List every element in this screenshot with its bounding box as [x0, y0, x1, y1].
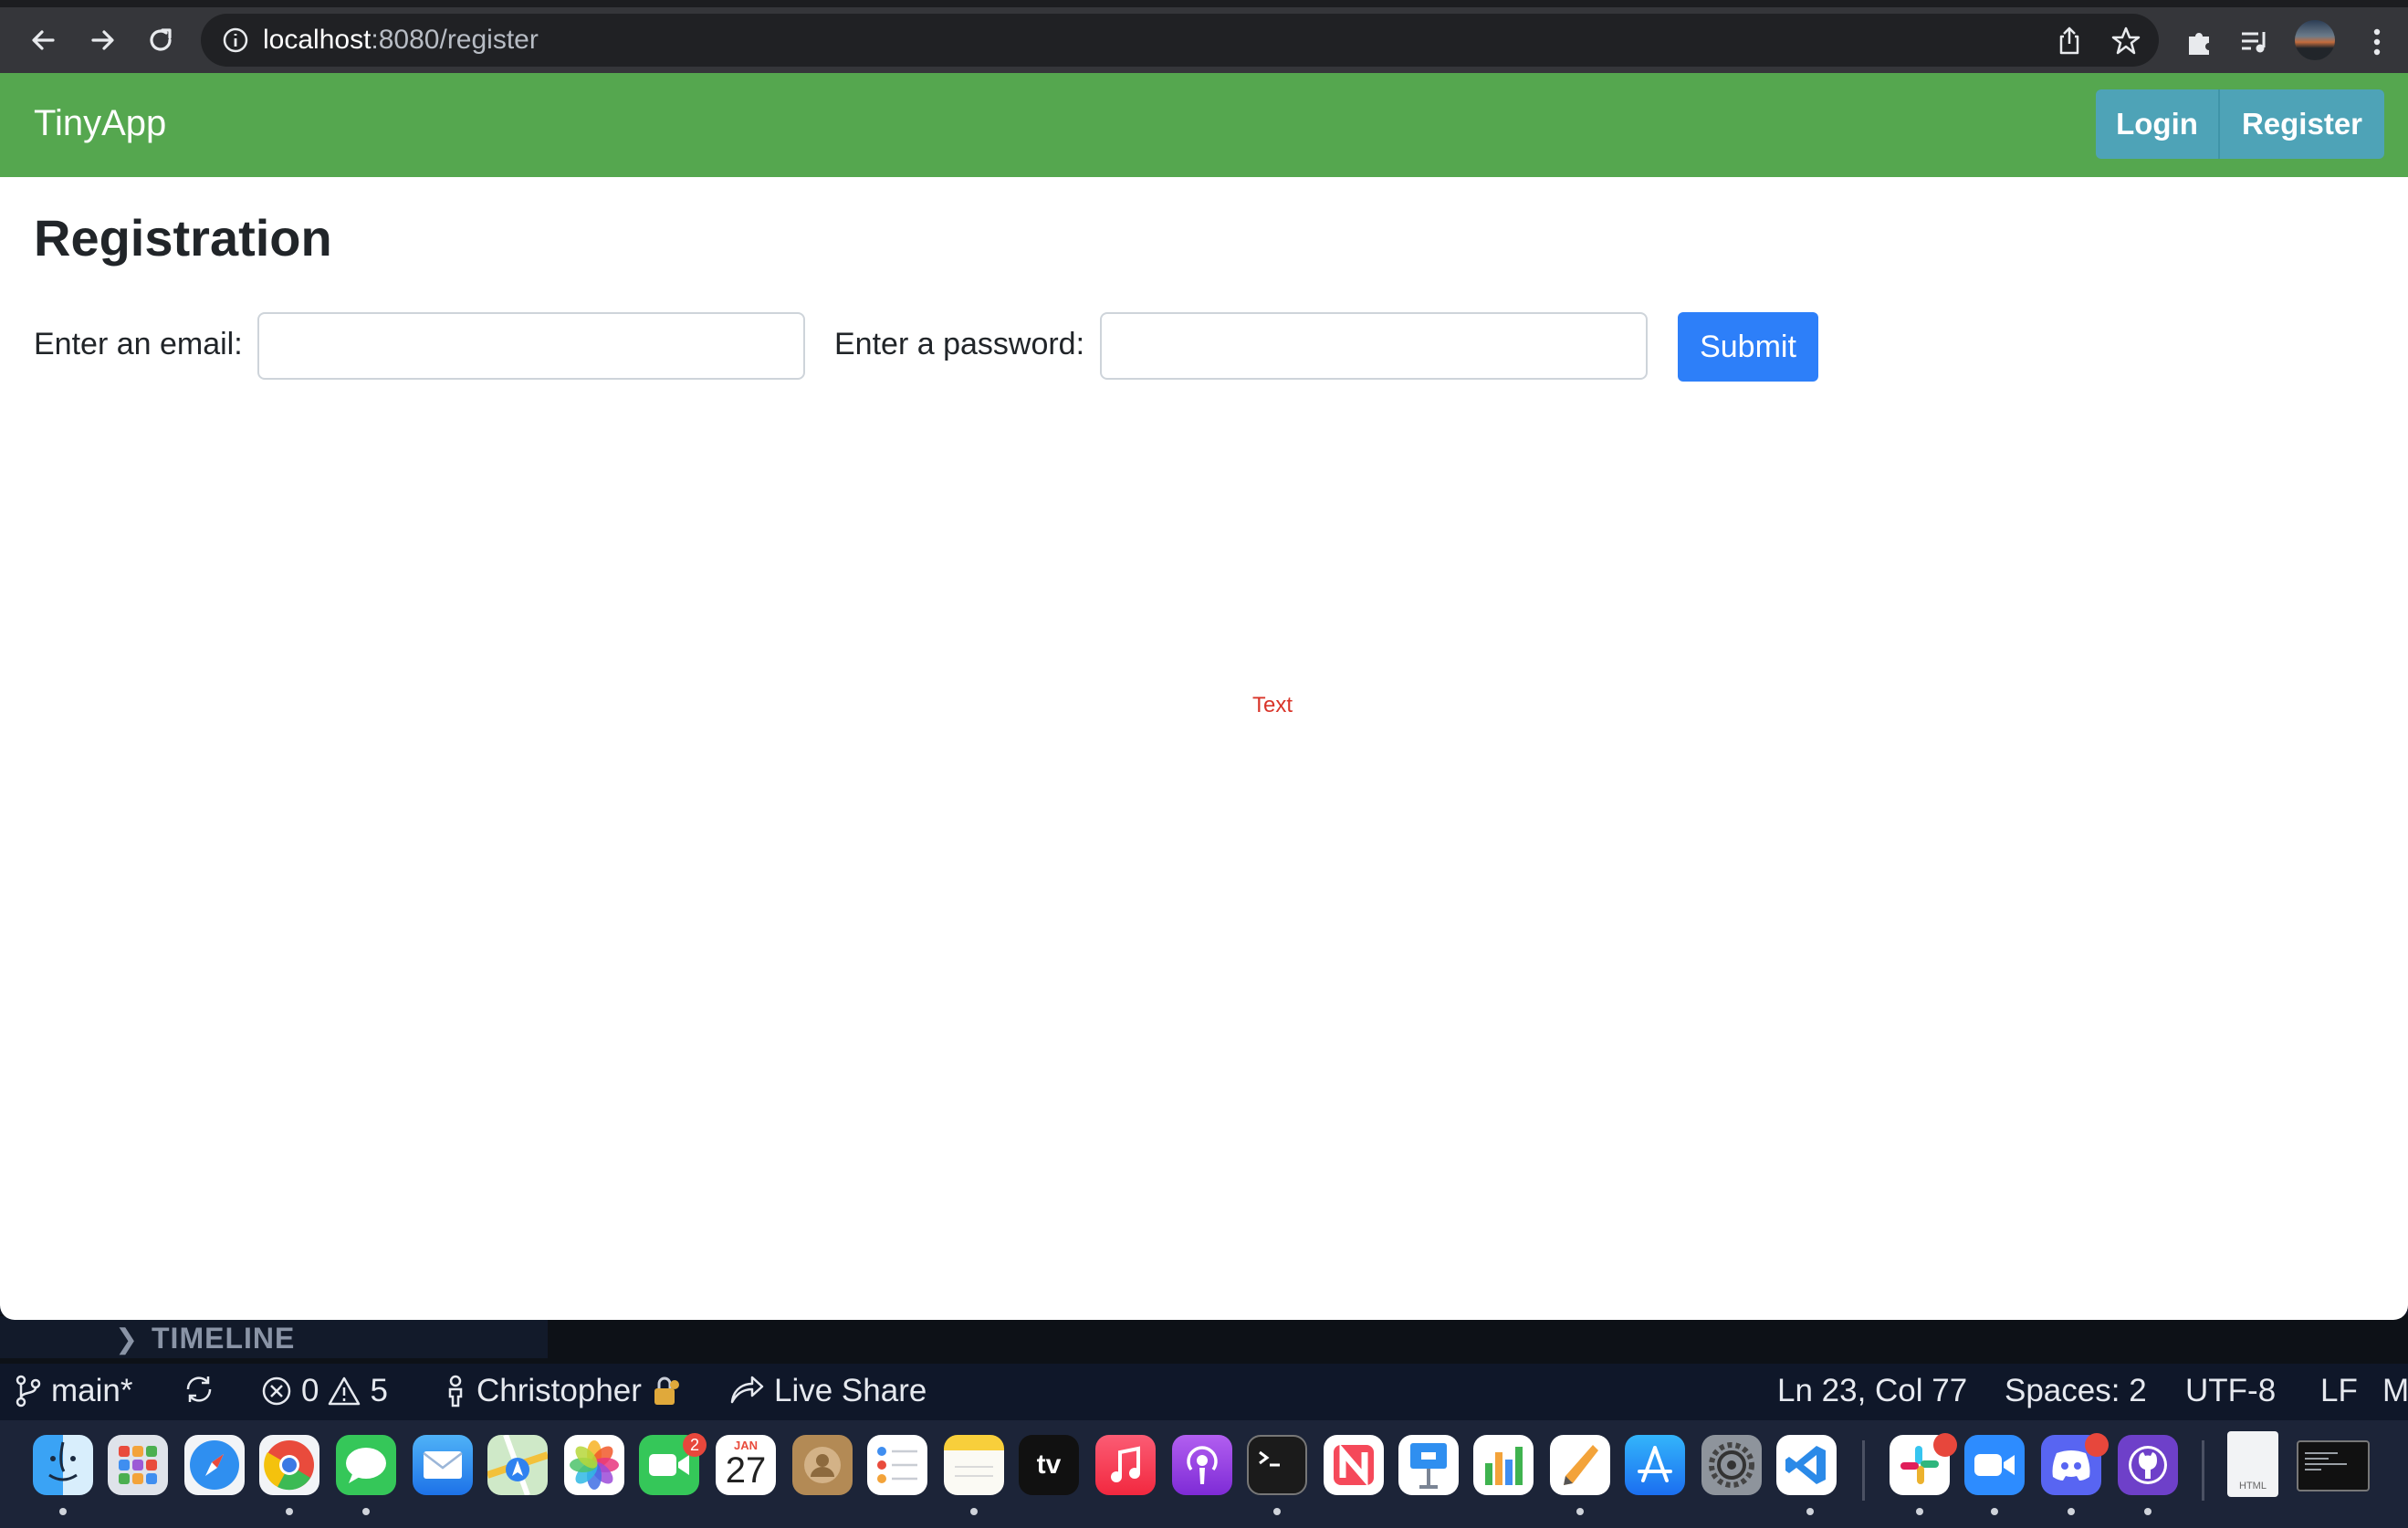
- warning-count: 5: [370, 1373, 388, 1408]
- error-count: 0: [301, 1373, 319, 1408]
- brand-logo[interactable]: TinyApp: [34, 103, 166, 144]
- profile-avatar[interactable]: [2295, 20, 2335, 60]
- timeline-label: TIMELINE: [152, 1322, 296, 1355]
- eol-label: LF: [2320, 1373, 2358, 1408]
- sync-status[interactable]: [181, 1373, 217, 1406]
- submit-button[interactable]: Submit: [1678, 312, 1818, 382]
- timeline-section[interactable]: ❯ TIMELINE: [0, 1316, 548, 1358]
- indentation-status[interactable]: Spaces: 2: [2005, 1373, 2147, 1409]
- calendar-day: 27: [725, 1450, 767, 1491]
- warning-icon: [329, 1376, 361, 1406]
- browser-toolbar: localhost:8080/register: [0, 7, 2408, 73]
- auth-button-group: Login Register: [2096, 89, 2384, 159]
- language-label: M: [2382, 1373, 2408, 1408]
- site-info-icon[interactable]: [221, 26, 250, 55]
- messages-icon[interactable]: [336, 1435, 396, 1495]
- system-preferences-icon[interactable]: [1701, 1435, 1762, 1495]
- register-button[interactable]: Register: [2218, 89, 2384, 159]
- github-desktop-icon[interactable]: [2118, 1435, 2178, 1495]
- html-file-label: HTML: [2239, 1481, 2267, 1491]
- url-path: :8080/register: [371, 25, 539, 55]
- encoding-label: UTF-8: [2185, 1373, 2277, 1408]
- spaces-label: Spaces: 2: [2005, 1373, 2147, 1408]
- appletv-label: tv: [1036, 1450, 1062, 1480]
- news-icon[interactable]: [1324, 1435, 1384, 1495]
- red-text-label: Text: [1252, 693, 1293, 717]
- safari-icon[interactable]: [184, 1435, 245, 1495]
- forward-icon[interactable]: [84, 22, 120, 58]
- person-icon: [448, 1375, 463, 1408]
- terminal-icon[interactable]: [1247, 1435, 1307, 1495]
- dock-separator: [2202, 1440, 2204, 1501]
- reminders-icon[interactable]: [867, 1435, 927, 1495]
- page-title: Registration: [34, 209, 332, 267]
- password-label: Enter a password:: [834, 327, 1085, 361]
- launchpad-icon[interactable]: [108, 1435, 168, 1495]
- login-button[interactable]: Login: [2096, 89, 2218, 159]
- encoding-status[interactable]: UTF-8: [2185, 1373, 2276, 1409]
- vscode-icon[interactable]: [1776, 1435, 1837, 1495]
- password-input[interactable]: [1100, 312, 1648, 380]
- branch-status[interactable]: main*: [15, 1373, 132, 1409]
- reload-icon[interactable]: [142, 22, 179, 58]
- live-share-label: Live Share: [774, 1373, 927, 1408]
- branch-name: main*: [51, 1373, 133, 1408]
- address-bar[interactable]: localhost:8080/register: [201, 14, 2159, 67]
- cursor-position[interactable]: Ln 23, Col 77: [1777, 1373, 1967, 1409]
- appletv-icon[interactable]: tv: [1019, 1435, 1079, 1495]
- email-input[interactable]: [257, 312, 805, 380]
- numbers-icon[interactable]: [1473, 1435, 1534, 1495]
- back-icon[interactable]: [26, 22, 62, 58]
- problems-status[interactable]: 0 5: [261, 1373, 388, 1409]
- notes-icon[interactable]: [944, 1435, 1004, 1495]
- account-name: Christopher: [476, 1373, 642, 1408]
- more-menu-icon[interactable]: [2361, 26, 2393, 58]
- pages-icon[interactable]: [1550, 1435, 1610, 1495]
- finder-icon[interactable]: [33, 1435, 93, 1495]
- bookmark-star-icon[interactable]: [2110, 26, 2141, 57]
- email-label: Enter an email:: [34, 327, 243, 361]
- error-icon: [262, 1376, 291, 1406]
- sync-icon: [186, 1376, 212, 1402]
- zoom-icon[interactable]: [1964, 1435, 2025, 1495]
- live-share-icon: [730, 1376, 764, 1404]
- podcasts-icon[interactable]: [1172, 1435, 1232, 1495]
- browser-window: localhost:8080/register TinyApp Login Re…: [0, 0, 2408, 1320]
- live-share-status[interactable]: Live Share: [728, 1373, 927, 1409]
- chrome-icon[interactable]: [259, 1435, 319, 1495]
- macos-dock: 2 JAN 27 tv HTML: [0, 1420, 2408, 1528]
- share-icon[interactable]: [2054, 26, 2085, 57]
- git-branch-icon: [16, 1375, 41, 1408]
- discord-badge: [2085, 1433, 2109, 1457]
- app-navbar: TinyApp Login Register: [0, 73, 2408, 177]
- maps-icon[interactable]: [487, 1435, 548, 1495]
- facetime-badge: 2: [683, 1433, 707, 1457]
- slack-badge: [1933, 1433, 1957, 1457]
- url-host: localhost: [263, 25, 372, 55]
- language-status[interactable]: M: [2382, 1373, 2408, 1409]
- account-status[interactable]: Christopher: [444, 1373, 682, 1409]
- calendar-icon[interactable]: JAN 27: [716, 1435, 776, 1495]
- lock-key-icon: [654, 1376, 679, 1405]
- music-icon[interactable]: [1095, 1435, 1156, 1495]
- media-control-icon[interactable]: [2238, 26, 2271, 58]
- mail-icon[interactable]: [413, 1435, 473, 1495]
- extensions-puzzle-icon[interactable]: [2183, 26, 2216, 58]
- keynote-icon[interactable]: [1398, 1435, 1459, 1495]
- url-text[interactable]: localhost:8080/register: [263, 25, 539, 56]
- vscode-status-bar: main* 0 5 Christopher Live Share Ln 23, …: [0, 1364, 2408, 1420]
- dock-separator: [1862, 1440, 1865, 1501]
- contacts-icon[interactable]: [792, 1435, 853, 1495]
- eol-status[interactable]: LF: [2320, 1373, 2358, 1409]
- cursor-position-label: Ln 23, Col 77: [1777, 1373, 1968, 1408]
- photos-icon[interactable]: [564, 1435, 624, 1495]
- appstore-icon[interactable]: [1625, 1435, 1685, 1495]
- chevron-right-icon: ❯: [115, 1324, 139, 1355]
- html-file-icon[interactable]: HTML: [2227, 1431, 2278, 1497]
- terminal-window-icon[interactable]: [2297, 1440, 2370, 1491]
